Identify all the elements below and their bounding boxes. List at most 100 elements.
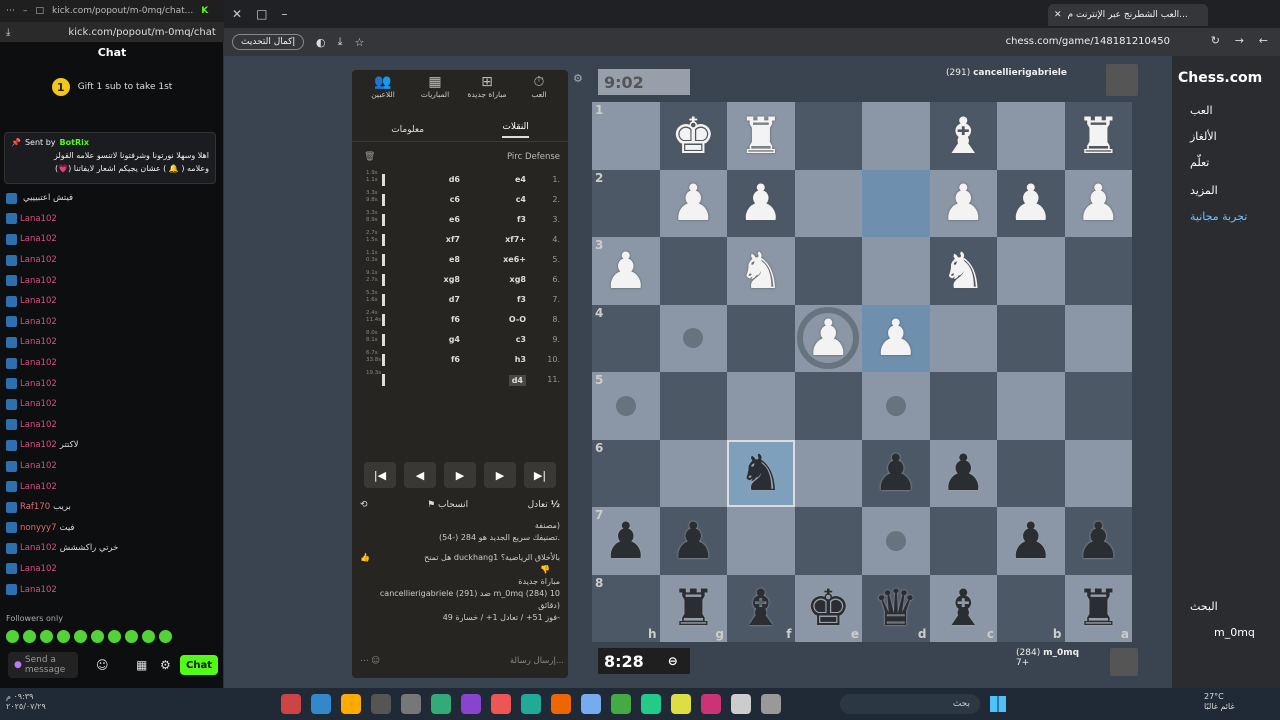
black-king-icon[interactable]: ♚ — [806, 583, 851, 633]
move-row[interactable]: 2.7s 1.5s xf7 xf7+ 4. — [364, 230, 560, 252]
white-move[interactable]: O-O — [509, 315, 526, 324]
black-move[interactable]: xf7 — [446, 235, 460, 244]
board-square[interactable] — [1064, 304, 1132, 372]
pinned-user[interactable]: BotRix — [60, 136, 89, 149]
white-move[interactable]: xf7+ — [505, 235, 526, 244]
board-square[interactable]: ♟ 3 — [592, 237, 660, 305]
white-pawn-icon[interactable]: ♟ — [941, 178, 986, 228]
taskbar-app-icon[interactable] — [311, 694, 331, 714]
taskbar-app-icon[interactable] — [431, 694, 451, 714]
more-icon[interactable]: ⋯ ☺ — [360, 656, 380, 666]
chat-username[interactable]: Lana102 — [20, 276, 57, 286]
white-move[interactable]: xe6+ — [503, 255, 526, 264]
nav-free-trial[interactable]: تجربة مجانية — [1190, 210, 1247, 223]
chat-username[interactable]: Lana102 — [20, 379, 57, 389]
taskbar-app-icon[interactable] — [341, 694, 361, 714]
chat-username[interactable]: Lana102 — [20, 461, 57, 471]
board-square[interactable] — [929, 507, 997, 575]
move-row[interactable]: 3.3s 9.8s c6 c4 2. — [364, 190, 560, 212]
maximize-icon[interactable]: □ — [256, 7, 267, 21]
board-square[interactable] — [862, 169, 930, 237]
board-square[interactable]: ♜ — [1064, 102, 1132, 170]
nav-learn[interactable]: تعلّم — [1190, 156, 1209, 169]
chess-board[interactable]: 1 ♚ ♜ ♝ ♜ 2 ♟ ♟ ♟ ♟ ♟ ♟ 3 ♞ ♞ 4 ♟ ♟ 5 6 ♞ ♟ ♟ ♟ 7 ♟ ♟ ♟ 8 h ♜ g ♝ f ♚ e ♛ d ♝ c… — [592, 102, 1132, 642]
prev-move-button[interactable]: ◀ — [404, 462, 436, 488]
board-square[interactable]: 2 — [592, 169, 660, 237]
chat-username[interactable]: Lana102 — [20, 255, 57, 265]
kick-urlbar[interactable]: ⤓ kick.com/popout/m-0mq/chat — [0, 22, 224, 42]
board-square[interactable] — [997, 237, 1065, 305]
white-move[interactable]: c3 — [516, 335, 526, 344]
minimize-icon[interactable]: – — [281, 7, 287, 21]
board-square[interactable] — [862, 372, 930, 440]
reload-icon[interactable]: ↻ — [1211, 34, 1220, 47]
white-pawn-icon[interactable]: ♟ — [873, 313, 918, 363]
white-move[interactable]: c4 — [516, 195, 526, 204]
tab-close-icon[interactable]: ✕ — [1054, 10, 1062, 20]
board-square[interactable] — [929, 372, 997, 440]
board-square[interactable]: ♝ — [929, 102, 997, 170]
close-icon[interactable]: ✕ — [232, 7, 242, 21]
move-hint[interactable] — [885, 395, 906, 416]
board-square[interactable] — [1064, 237, 1132, 305]
board-square[interactable]: ♜ a — [1064, 574, 1132, 642]
nav-play[interactable]: العب — [1190, 104, 1213, 117]
white-move[interactable]: f3 — [517, 295, 526, 304]
next-move-button[interactable]: ▶ — [484, 462, 516, 488]
board-square[interactable]: ♟ — [862, 439, 930, 507]
black-bishop-icon[interactable]: ♝ — [738, 583, 783, 633]
board-square[interactable]: ♟ — [1064, 507, 1132, 575]
first-move-button[interactable]: |◀ — [364, 462, 396, 488]
emote-icon[interactable] — [23, 630, 36, 643]
black-pawn-icon[interactable]: ♟ — [603, 516, 648, 566]
pin-icon[interactable]: 📌 — [11, 136, 21, 149]
chat-username[interactable]: Lana102 — [20, 440, 57, 450]
emote-icon[interactable] — [40, 630, 53, 643]
board-square[interactable]: ♛ d — [862, 574, 930, 642]
forward-icon[interactable]: → — [1235, 34, 1244, 47]
board-square[interactable]: ♟ — [929, 439, 997, 507]
board-square[interactable]: ♟ — [997, 507, 1065, 575]
white-move[interactable]: h3 — [515, 355, 526, 364]
extension-icon[interactable]: ◐ — [316, 36, 326, 49]
board-square[interactable] — [794, 439, 862, 507]
white-king-icon[interactable]: ♚ — [671, 111, 716, 161]
chat-username[interactable]: Lana102 — [20, 399, 57, 409]
emote-icon[interactable] — [108, 630, 121, 643]
board-square[interactable] — [659, 372, 727, 440]
taskbar-app-icon[interactable] — [371, 694, 391, 714]
board-square[interactable]: 6 — [592, 439, 660, 507]
tab-play[interactable]: ⏱ العب — [514, 74, 564, 99]
board-square[interactable]: ♟ — [794, 304, 862, 372]
move-row[interactable]: 2.4s 11.4s f6 O-O 8. — [364, 310, 560, 332]
white-rook-icon[interactable]: ♜ — [738, 111, 783, 161]
chat-send-button[interactable]: Chat — [180, 655, 218, 675]
white-move[interactable]: d4 — [508, 375, 526, 386]
board-square[interactable]: ♞ — [727, 439, 795, 507]
board-square[interactable] — [727, 304, 795, 372]
my-info[interactable]: (284) m_0mq 7+ — [1016, 648, 1079, 668]
board-square[interactable]: 5 — [592, 372, 660, 440]
address-bar[interactable]: chess.com/game/148181210450 — [1006, 36, 1170, 47]
taskbar-app-icon[interactable] — [281, 694, 301, 714]
taskbar-app-icon[interactable] — [701, 694, 721, 714]
start-icon[interactable] — [990, 696, 1006, 712]
board-square[interactable]: ♟ — [659, 507, 727, 575]
white-bishop-icon[interactable]: ♝ — [941, 111, 986, 161]
black-pawn-icon[interactable]: ♟ — [671, 516, 716, 566]
board-square[interactable]: ♞ — [727, 237, 795, 305]
board-square[interactable]: ♟ — [997, 169, 1065, 237]
board-square[interactable] — [659, 439, 727, 507]
draw-button[interactable]: تعادل ½ — [528, 500, 560, 510]
minimize-icon[interactable]: – — [23, 6, 28, 16]
black-queen-icon[interactable]: ♛ — [873, 583, 918, 633]
board-square[interactable]: ♜ g — [659, 574, 727, 642]
thumbs-down-icon[interactable]: 👎 — [360, 564, 550, 576]
emote-icon[interactable] — [57, 630, 70, 643]
chat-username[interactable]: Lana102 — [20, 564, 57, 574]
board-square[interactable] — [997, 102, 1065, 170]
black-move[interactable]: g4 — [449, 335, 460, 344]
kick-message-input[interactable]: ● Send a message — [8, 652, 78, 678]
chat-username[interactable]: Lana102 — [20, 543, 57, 553]
move-row[interactable]: 1.9s 1.1s d6 e4 1. — [364, 170, 560, 192]
